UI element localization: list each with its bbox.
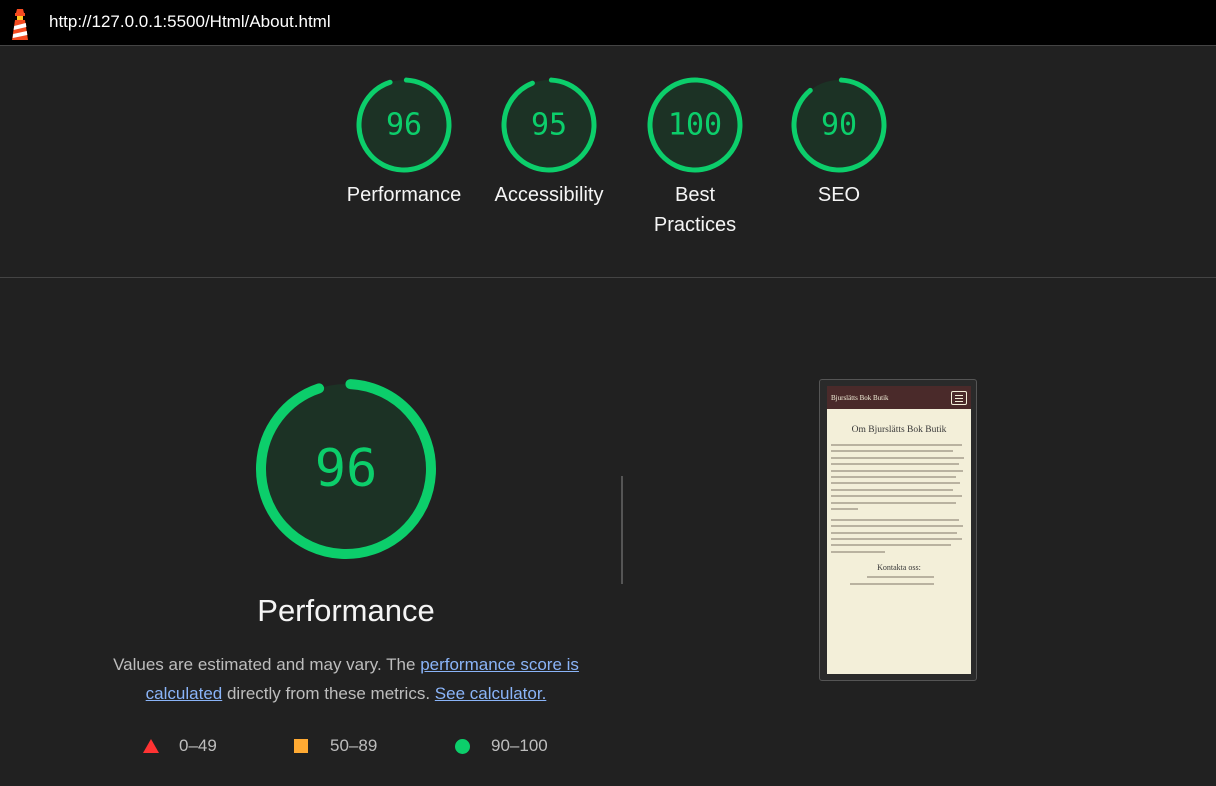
hamburger-menu-icon — [951, 390, 967, 405]
gauge-seo-score: 90 — [821, 108, 857, 143]
legend-fail: 0–49 — [143, 736, 217, 756]
page-url: http://127.0.0.1:5500/Html/About.html — [49, 12, 331, 31]
gauge-accessibility-ring: 95 — [501, 77, 597, 173]
gauge-seo-label: SEO — [817, 184, 861, 206]
desc-middle: directly from these metrics. — [222, 684, 435, 703]
performance-score-large: 96 — [315, 439, 378, 499]
thumbnail-brand: Bjurslätts Bok Butik — [831, 393, 889, 402]
gauge-accessibility-label: Accessibility — [494, 184, 604, 206]
gauge-seo-ring: 90 — [791, 77, 887, 173]
see-calculator-link[interactable]: See calculator. — [435, 684, 547, 703]
gauge-best-practices[interactable]: 100 Best Practices — [625, 76, 765, 240]
lighthouse-logo-icon — [12, 9, 28, 40]
thumbnail-contact-lines — [827, 576, 971, 585]
desc-prefix: Values are estimated and may vary. The — [113, 655, 421, 674]
legend-average: 50–89 — [294, 736, 377, 756]
gauge-performance-ring: 96 — [356, 77, 452, 173]
performance-title: Performance — [257, 593, 435, 628]
performance-gauge-large: 96 — [256, 379, 436, 559]
gauge-performance-score: 96 — [386, 108, 422, 143]
gauge-best-practices-label: Best Practices — [653, 184, 737, 236]
legend-pass: 90–100 — [455, 736, 548, 756]
gauge-best-practices-score: 100 — [668, 108, 722, 143]
pass-circle-icon — [455, 738, 470, 754]
score-legend: 0–49 50–89 90–100 — [0, 736, 700, 760]
gauge-performance-label: Performance — [346, 184, 462, 206]
legend-fail-range: 0–49 — [179, 736, 217, 755]
category-gauges: 96 Performance 95 Accessibility 100 Best… — [0, 46, 1216, 278]
legend-average-range: 50–89 — [330, 736, 378, 755]
legend-pass-range: 90–100 — [491, 736, 548, 755]
final-screenshot-thumbnail[interactable]: Bjurslätts Bok Butik Om Bjurslätts Bok B… — [819, 379, 977, 681]
gauge-accessibility-score: 95 — [531, 108, 567, 143]
thumbnail-contact-heading: Kontakta oss: — [877, 562, 921, 572]
average-square-icon — [294, 739, 308, 753]
gauge-accessibility[interactable]: 95 Accessibility — [479, 76, 619, 210]
thumbnail-heading: Om Bjurslätts Bok Butik — [851, 425, 947, 435]
thumbnail-navbar: Bjurslätts Bok Butik — [827, 386, 971, 409]
gauge-best-practices-ring: 100 — [647, 77, 743, 173]
gauge-seo[interactable]: 90 SEO — [769, 76, 909, 210]
fail-triangle-icon — [143, 739, 159, 753]
vertical-divider — [621, 476, 623, 584]
thumbnail-text-block — [827, 444, 971, 553]
thumbnail-page: Bjurslätts Bok Butik Om Bjurslätts Bok B… — [827, 386, 971, 674]
top-bar: http://127.0.0.1:5500/Html/About.html — [0, 0, 1216, 46]
performance-description: Values are estimated and may vary. The p… — [96, 650, 596, 708]
gauge-performance[interactable]: 96 Performance — [334, 76, 474, 210]
